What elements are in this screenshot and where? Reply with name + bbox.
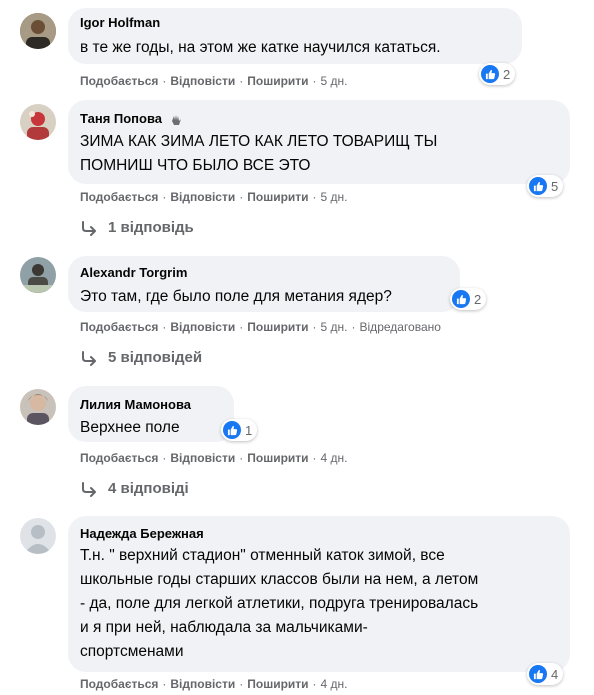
reaction-summary[interactable]: 1 [221, 419, 258, 441]
separator: · [239, 677, 244, 691]
share-button[interactable]: Поширити [247, 320, 308, 334]
view-replies-button[interactable]: 5 відповідей [80, 349, 202, 366]
comment-text: ЗИМА КАК ЗИМА ЛЕТО КАК ЛЕТО ТОВАРИЩ ТЫ П… [80, 133, 438, 174]
separator: · [312, 451, 317, 465]
reply-arrow-icon [80, 481, 98, 497]
comment-author[interactable]: Alexandr Torgrim [80, 265, 187, 280]
separator: · [162, 451, 167, 465]
reaction-count: 4 [551, 666, 559, 682]
separator: · [239, 451, 244, 465]
separator: · [239, 74, 244, 88]
comment-actions: Подобається · Відповісти · Поширити · 4 … [80, 451, 348, 465]
separator: · [162, 677, 167, 691]
view-replies-button[interactable]: 1 відповідь [80, 219, 194, 236]
separator: · [312, 320, 317, 334]
thumbs-up-icon [223, 421, 241, 439]
reply-button[interactable]: Відповісти [170, 451, 235, 465]
separator: · [162, 74, 167, 88]
avatar[interactable] [20, 13, 56, 49]
separator: · [312, 677, 317, 691]
avatar[interactable] [20, 104, 56, 140]
thumbs-up-icon [481, 65, 499, 83]
like-button[interactable]: Подобається [80, 190, 158, 204]
thumbs-up-icon [529, 177, 547, 195]
comment-timestamp[interactable]: 4 дн. [321, 451, 348, 465]
thumbs-up-icon [452, 290, 470, 308]
reply-arrow-icon [80, 220, 98, 236]
like-button[interactable]: Подобається [80, 451, 158, 465]
separator: · [162, 320, 167, 334]
comment-author[interactable]: Лилия Мамонова [80, 397, 191, 412]
thumbs-up-icon [529, 665, 547, 683]
comment-timestamp[interactable]: 5 дн. [321, 320, 348, 334]
reply-button[interactable]: Відповісти [170, 74, 235, 88]
separator: · [312, 190, 317, 204]
share-button[interactable]: Поширити [247, 190, 308, 204]
avatar[interactable] [20, 389, 56, 425]
reaction-count: 5 [551, 178, 559, 194]
reply-button[interactable]: Відповісти [170, 677, 235, 691]
like-button[interactable]: Подобається [80, 677, 158, 691]
comment-actions: Подобається · Відповісти · Поширити · 4 … [80, 677, 348, 691]
replies-count: 1 відповідь [108, 219, 194, 236]
comment-author[interactable]: Надежда Бережная [80, 526, 204, 541]
comment-text: Т.н. " верхний стадион" отменный каток з… [80, 547, 479, 660]
comment-text: в те же годы, на этом же катке научился … [80, 39, 441, 56]
view-replies-button[interactable]: 4 відповіді [80, 480, 189, 497]
share-button[interactable]: Поширити [247, 451, 308, 465]
avatar[interactable] [20, 518, 56, 554]
reaction-summary[interactable]: 2 [479, 63, 516, 85]
reaction-summary[interactable]: 5 [527, 175, 564, 197]
comment-timestamp[interactable]: 4 дн. [321, 677, 348, 691]
separator: · [162, 190, 167, 204]
reaction-count: 2 [474, 291, 482, 307]
avatar[interactable] [20, 257, 56, 293]
reaction-count: 2 [503, 66, 511, 82]
reply-button[interactable]: Відповісти [170, 320, 235, 334]
replies-count: 5 відповідей [108, 349, 203, 366]
separator: · [239, 320, 244, 334]
replies-count: 4 відповіді [108, 480, 189, 497]
comment-text: Верхнее поле [80, 419, 180, 436]
comment-actions: Подобається · Відповісти · Поширити · 5 … [80, 74, 348, 88]
comment-author[interactable]: Igor Holfman [80, 15, 160, 30]
comment-text: Это там, где было поле для метания ядер? [80, 288, 392, 305]
reaction-summary[interactable]: 2 [450, 288, 487, 310]
author-name: Таня Попова [80, 111, 163, 126]
reaction-summary[interactable]: 4 [527, 663, 564, 685]
comment-actions: Подобається · Відповісти · Поширити · 5 … [80, 320, 441, 334]
separator: · [312, 74, 317, 88]
comment-author[interactable]: Таня Попова [80, 111, 183, 127]
waving-hand-icon [169, 113, 183, 127]
reply-button[interactable]: Відповісти [170, 190, 235, 204]
edited-label[interactable]: Відредаговано [360, 320, 441, 334]
separator: · [239, 190, 244, 204]
like-button[interactable]: Подобається [80, 320, 158, 334]
comment-actions: Подобається · Відповісти · Поширити · 5 … [80, 190, 348, 204]
share-button[interactable]: Поширити [247, 74, 308, 88]
comment-timestamp[interactable]: 5 дн. [321, 74, 348, 88]
share-button[interactable]: Поширити [247, 677, 308, 691]
comment-timestamp[interactable]: 5 дн. [321, 190, 348, 204]
reaction-count: 1 [245, 422, 253, 438]
reply-arrow-icon [80, 350, 98, 366]
like-button[interactable]: Подобається [80, 74, 158, 88]
separator: · [351, 320, 356, 334]
